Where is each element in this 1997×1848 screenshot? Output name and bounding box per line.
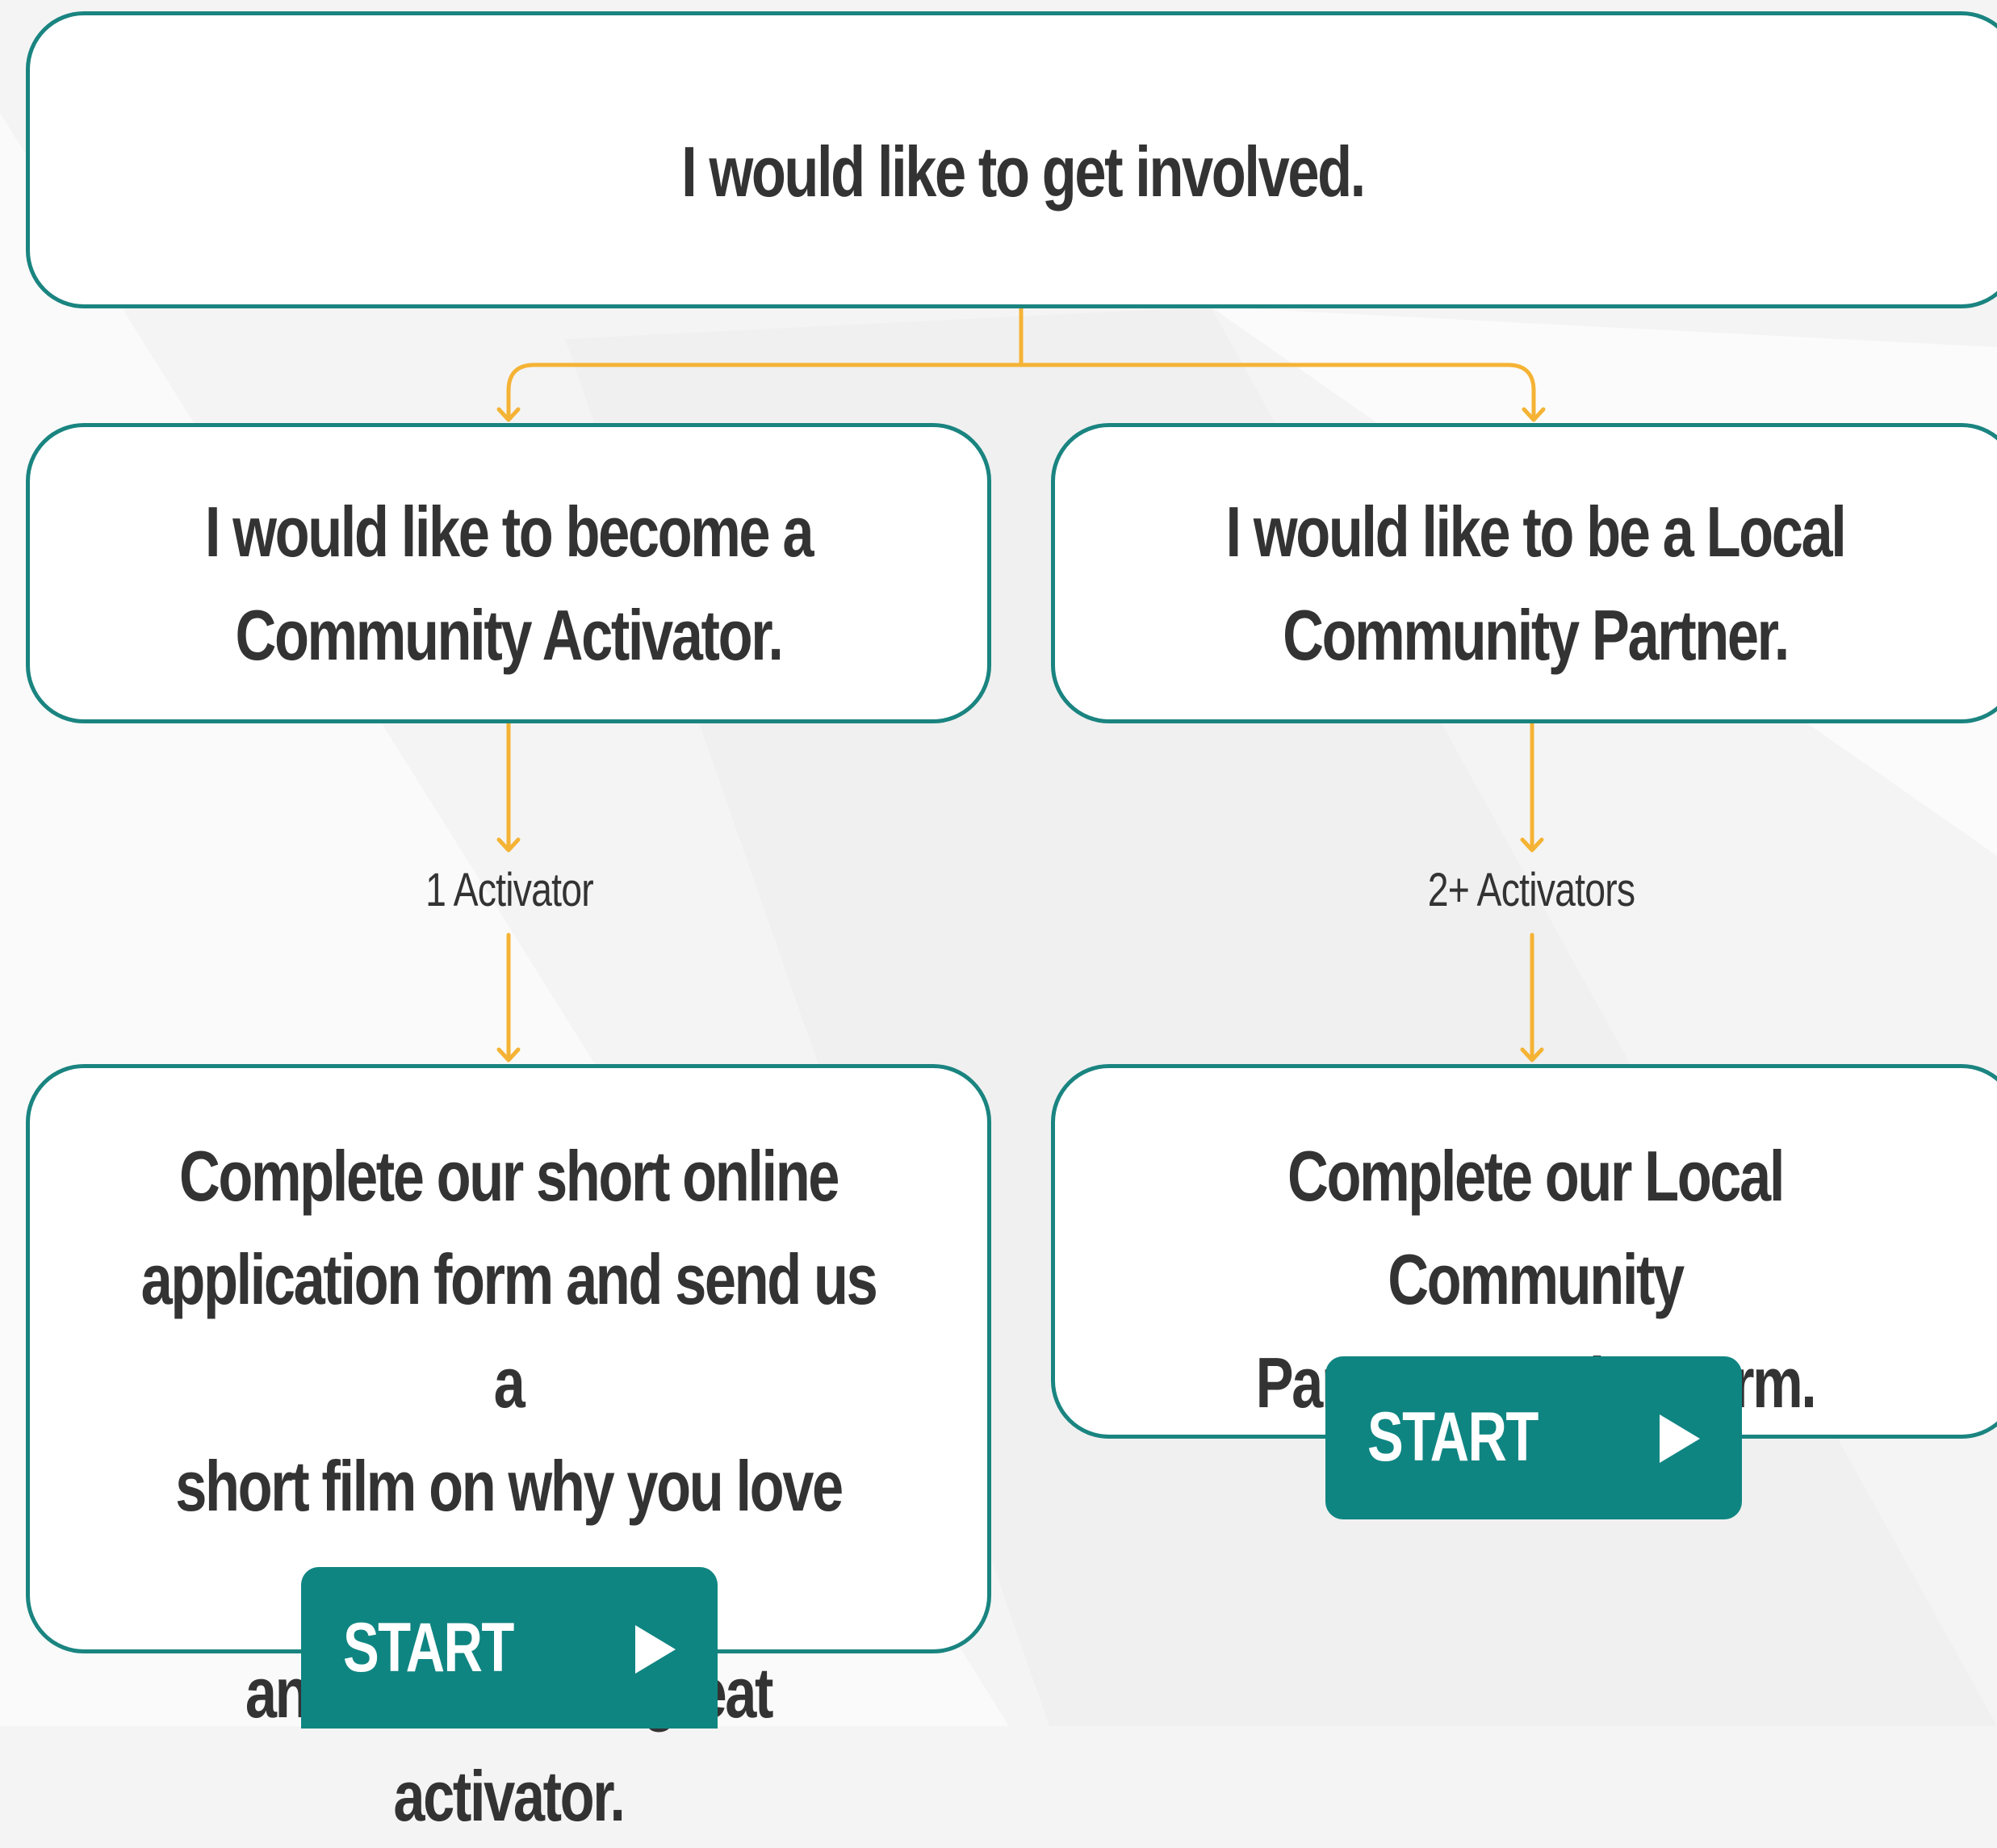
condition-label-2-plus-activators: 2+ Activators — [1427, 864, 1635, 916]
branch-title-line: I would like to be a Local — [1225, 492, 1847, 572]
step-application-form-text: Complete our short online application fo… — [126, 1125, 892, 1848]
start-application-button[interactable]: START — [301, 1567, 718, 1729]
play-icon — [1660, 1414, 1700, 1463]
branch-title-line: Community Partner. — [1283, 595, 1790, 675]
start-node: I would like to get involved. — [26, 11, 1997, 308]
play-icon — [635, 1625, 676, 1674]
branch-local-community-partner: I would like to be a Local Community Par… — [1051, 423, 1997, 723]
start-button-label: START — [343, 1609, 514, 1687]
start-node-title: I would like to get involved. — [681, 132, 1366, 212]
step-text-line: Complete our Local Community — [1287, 1136, 1785, 1319]
branch-local-community-partner-title: I would like to be a Local Community Par… — [1151, 480, 1920, 687]
condition-label-1-activator: 1 Activator — [425, 864, 594, 916]
branch-community-activator: I would like to become a Community Activ… — [26, 423, 991, 723]
branch-community-activator-title: I would like to become a Community Activ… — [126, 480, 892, 687]
branch-title-line: I would like to become a — [204, 492, 814, 572]
step-application-form: Complete our short online application fo… — [26, 1064, 991, 1836]
start-button-label: START — [1367, 1398, 1539, 1476]
step-text-line: application form and send us a — [140, 1239, 878, 1423]
start-partner-enquiry-button[interactable]: START — [1325, 1356, 1742, 1519]
step-text-line: Complete our short online — [178, 1136, 840, 1216]
branch-title-line: Community Activator. — [235, 595, 784, 675]
